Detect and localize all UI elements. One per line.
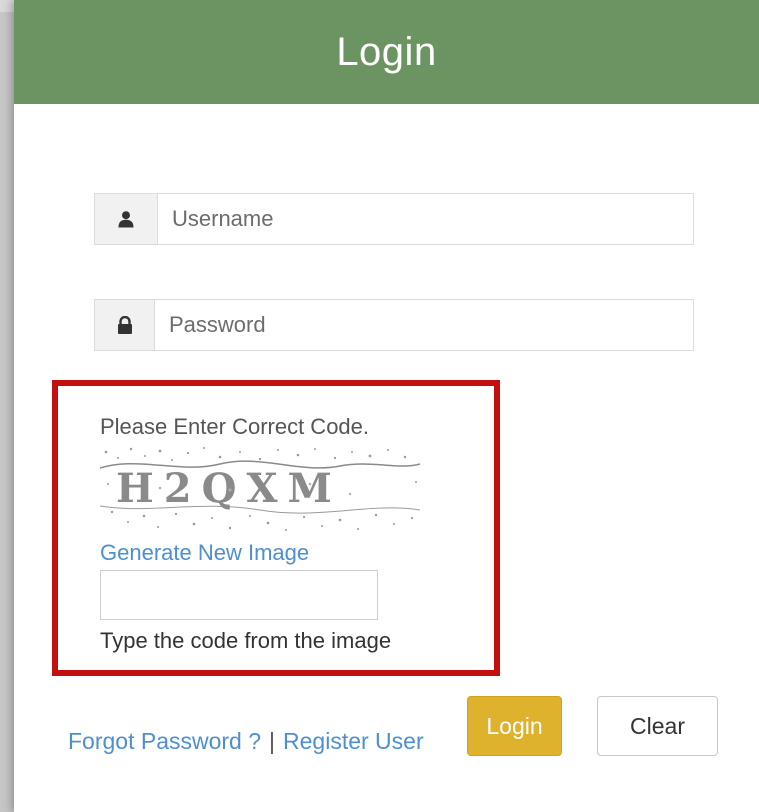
captcha-prompt: Please Enter Correct Code. bbox=[100, 414, 370, 439]
user-icon bbox=[118, 211, 134, 228]
login-panel: Login Please Enter Correct Code. bbox=[14, 0, 759, 812]
password-input[interactable] bbox=[155, 300, 693, 350]
password-group bbox=[94, 299, 694, 351]
link-separator: | bbox=[269, 728, 276, 754]
captcha-highlight-box: Please Enter Correct Code. H2QXM Generat… bbox=[52, 380, 500, 676]
password-addon bbox=[95, 300, 155, 350]
login-header: Login bbox=[14, 0, 759, 104]
captcha-image: H2QXM bbox=[100, 444, 420, 534]
login-button[interactable]: Login bbox=[467, 696, 562, 756]
svg-text:H2QXM: H2QXM bbox=[116, 465, 342, 512]
register-user-link[interactable]: Register User bbox=[283, 728, 424, 755]
username-addon bbox=[95, 194, 158, 244]
generate-new-image-link[interactable]: Generate New Image bbox=[100, 540, 309, 566]
forgot-password-link[interactable]: Forgot Password ? bbox=[68, 728, 261, 755]
captcha-hint: Type the code from the image bbox=[100, 628, 392, 653]
lock-icon bbox=[117, 315, 132, 334]
username-group bbox=[94, 193, 694, 245]
captcha-input[interactable] bbox=[100, 570, 378, 620]
username-input[interactable] bbox=[158, 194, 693, 244]
page-title: Login bbox=[336, 29, 437, 74]
footer-links: Forgot Password ? | Register User bbox=[68, 728, 424, 755]
clear-button[interactable]: Clear bbox=[597, 696, 718, 756]
